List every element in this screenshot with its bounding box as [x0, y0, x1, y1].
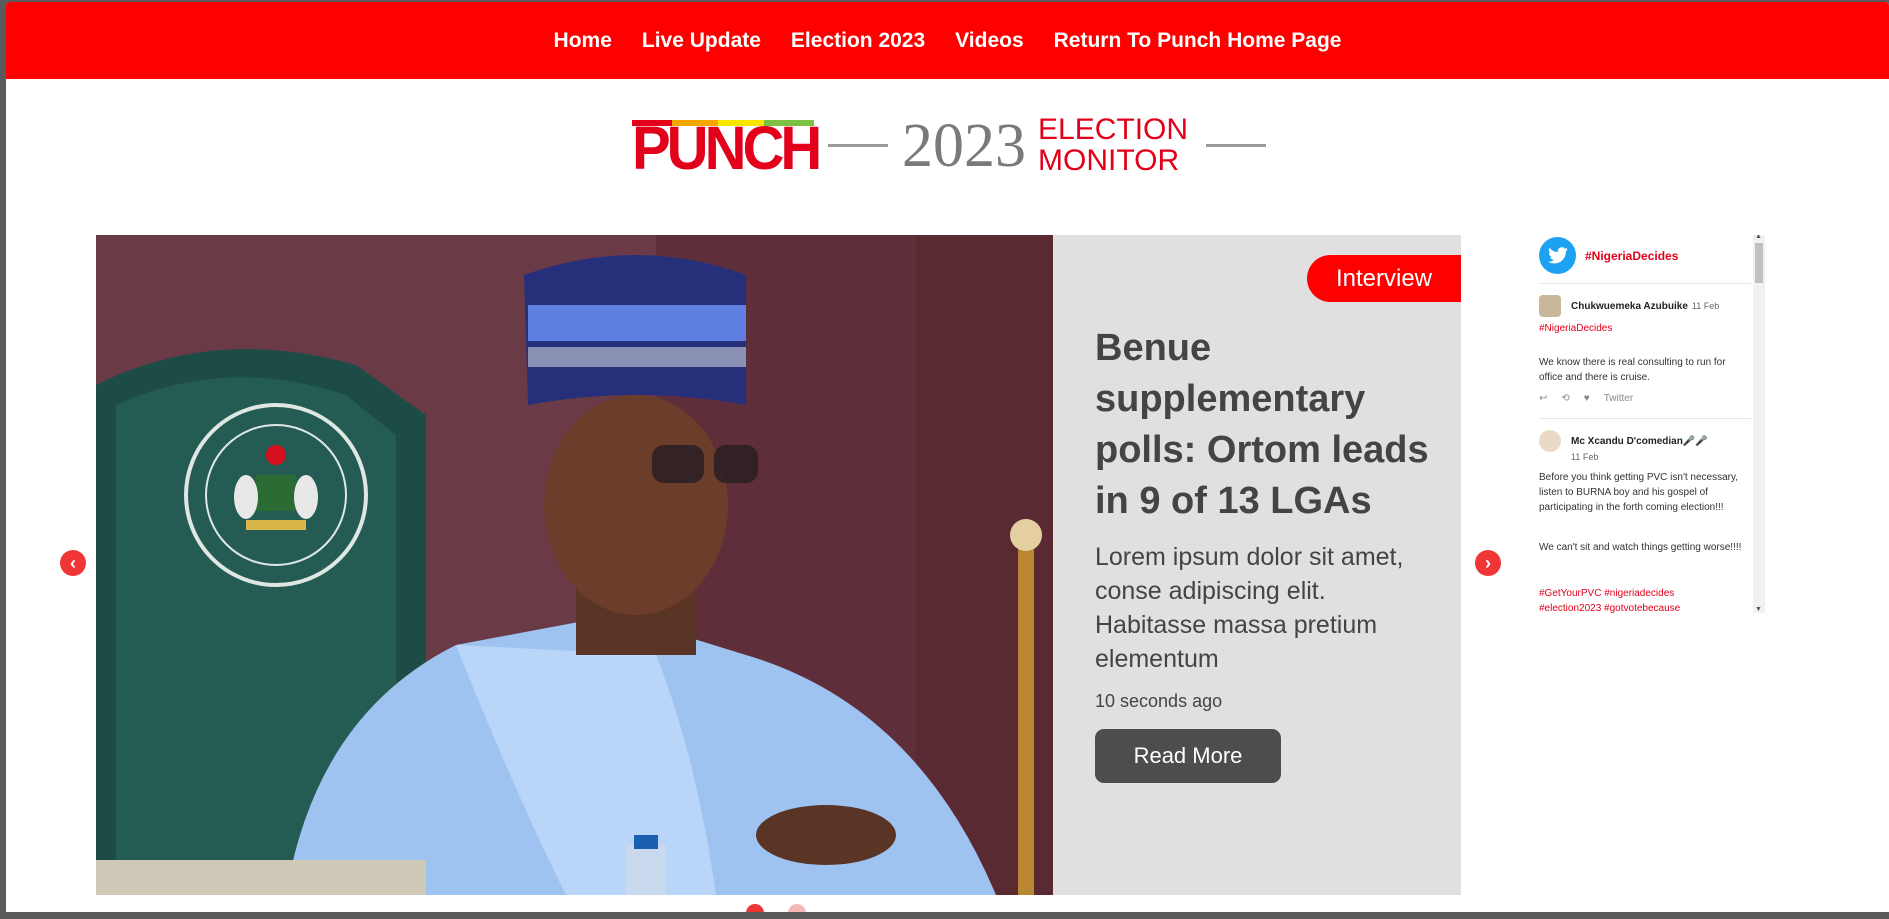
logo-divider-right [1206, 143, 1267, 147]
tweet-author[interactable]: Chukwuemeka Azubuike 11 Feb [1571, 301, 1719, 312]
twitter-widget-scrollbar[interactable]: ▲ ▼ [1753, 235, 1765, 613]
retweet-icon[interactable]: ⟲ [1561, 393, 1569, 404]
heart-icon[interactable]: ♥ [1584, 393, 1590, 404]
twitter-bird-icon[interactable] [1539, 237, 1576, 274]
tweet-hashtags[interactable]: #GetYourPVC #nigeriadecides [1539, 586, 1674, 601]
scroll-down-icon[interactable]: ▼ [1755, 606, 1762, 613]
reply-icon[interactable]: ↩ [1539, 393, 1547, 404]
tweet-author[interactable]: Mc Xcandu D'comedian🎤🎤 [1571, 436, 1708, 447]
read-more-button[interactable]: Read More [1095, 729, 1281, 783]
slider-dot-1[interactable] [746, 904, 764, 912]
slider-pagination [746, 904, 806, 912]
browser-page: Home Live Update Election 2023 Videos Re… [6, 2, 1889, 912]
slide-excerpt: Lorem ipsum dolor sit amet, conse adipis… [1095, 543, 1404, 673]
logo-divider [828, 143, 888, 147]
logo-line-election: ELECTION [1038, 113, 1189, 146]
tweet-divider [1539, 283, 1751, 284]
tweet-source[interactable]: Twitter [1604, 393, 1633, 404]
nav-videos[interactable]: Videos [955, 29, 1023, 53]
hero-image[interactable] [96, 235, 1053, 895]
logo-year: 2023 [902, 112, 1026, 180]
tweet-item[interactable]: Chukwuemeka Azubuike 11 Feb #NigeriaDecid… [1539, 295, 1751, 415]
slider-next-button[interactable]: › [1475, 550, 1501, 576]
scrollbar-thumb[interactable] [1755, 243, 1763, 283]
tweet-text: Before you think getting PVC isn't neces… [1539, 472, 1739, 513]
nav-home[interactable]: Home [554, 29, 612, 53]
slide-headline[interactable]: Benue supplementary polls: Ortom leads i… [1095, 323, 1445, 527]
slide-timestamp: 10 seconds ago [1095, 691, 1223, 711]
logo-election-monitor: ELECTION MONITOR [1038, 114, 1188, 176]
tweet-divider [1539, 418, 1751, 419]
avatar[interactable] [1539, 295, 1561, 317]
tweet-date: 11 Feb [1571, 452, 1599, 462]
punch-wordmark: PUNCH [632, 114, 822, 183]
slide-content-panel: Interview Benue supplementary polls: Ort… [1053, 235, 1461, 895]
twitter-widget-header: #NigeriaDecides [1539, 237, 1678, 274]
tweet-text: We know there is real consulting to run … [1539, 357, 1726, 383]
tweet-hashtags-more[interactable]: #election2023 #gotvotebecause [1539, 601, 1680, 613]
scroll-up-icon[interactable]: ▲ [1755, 235, 1762, 240]
nav-return-punch-home[interactable]: Return To Punch Home Page [1054, 29, 1342, 53]
twitter-hashtag-link[interactable]: #NigeriaDecides [1585, 249, 1678, 263]
slider-dot-2[interactable] [788, 904, 806, 912]
news-slider: Interview Benue supplementary polls: Ort… [96, 235, 1461, 895]
twitter-widget: #NigeriaDecides Chukwuemeka Azubuike 11 F… [1527, 235, 1765, 613]
punch-logo: PUNCH [632, 114, 822, 179]
tweet-actions: ↩ ⟲ ♥ Twitter [1539, 393, 1633, 404]
category-tag[interactable]: Interview [1307, 255, 1461, 302]
slider-prev-button[interactable]: ‹ [60, 550, 86, 576]
avatar[interactable] [1539, 430, 1561, 452]
nav-election-2023[interactable]: Election 2023 [791, 29, 925, 53]
site-logo[interactable]: PUNCH 2023 ELECTION MONITOR [632, 110, 1280, 180]
logo-line-monitor: MONITOR [1038, 144, 1180, 177]
chevron-right-icon: › [1485, 553, 1491, 573]
nav-live-update[interactable]: Live Update [642, 29, 761, 53]
tweet-item[interactable]: Mc Xcandu D'comedian🎤🎤 11 Feb Before you… [1539, 430, 1751, 613]
top-navigation: Home Live Update Election 2023 Videos Re… [6, 2, 1889, 79]
tweet-text-2: We can't sit and watch things getting wo… [1539, 542, 1742, 553]
tweet-date: 11 Feb [1691, 301, 1720, 311]
chevron-left-icon: ‹ [70, 553, 76, 573]
tweet-hashtag[interactable]: #NigeriaDecides [1539, 323, 1612, 334]
hero-photo-illustration [96, 235, 1053, 895]
